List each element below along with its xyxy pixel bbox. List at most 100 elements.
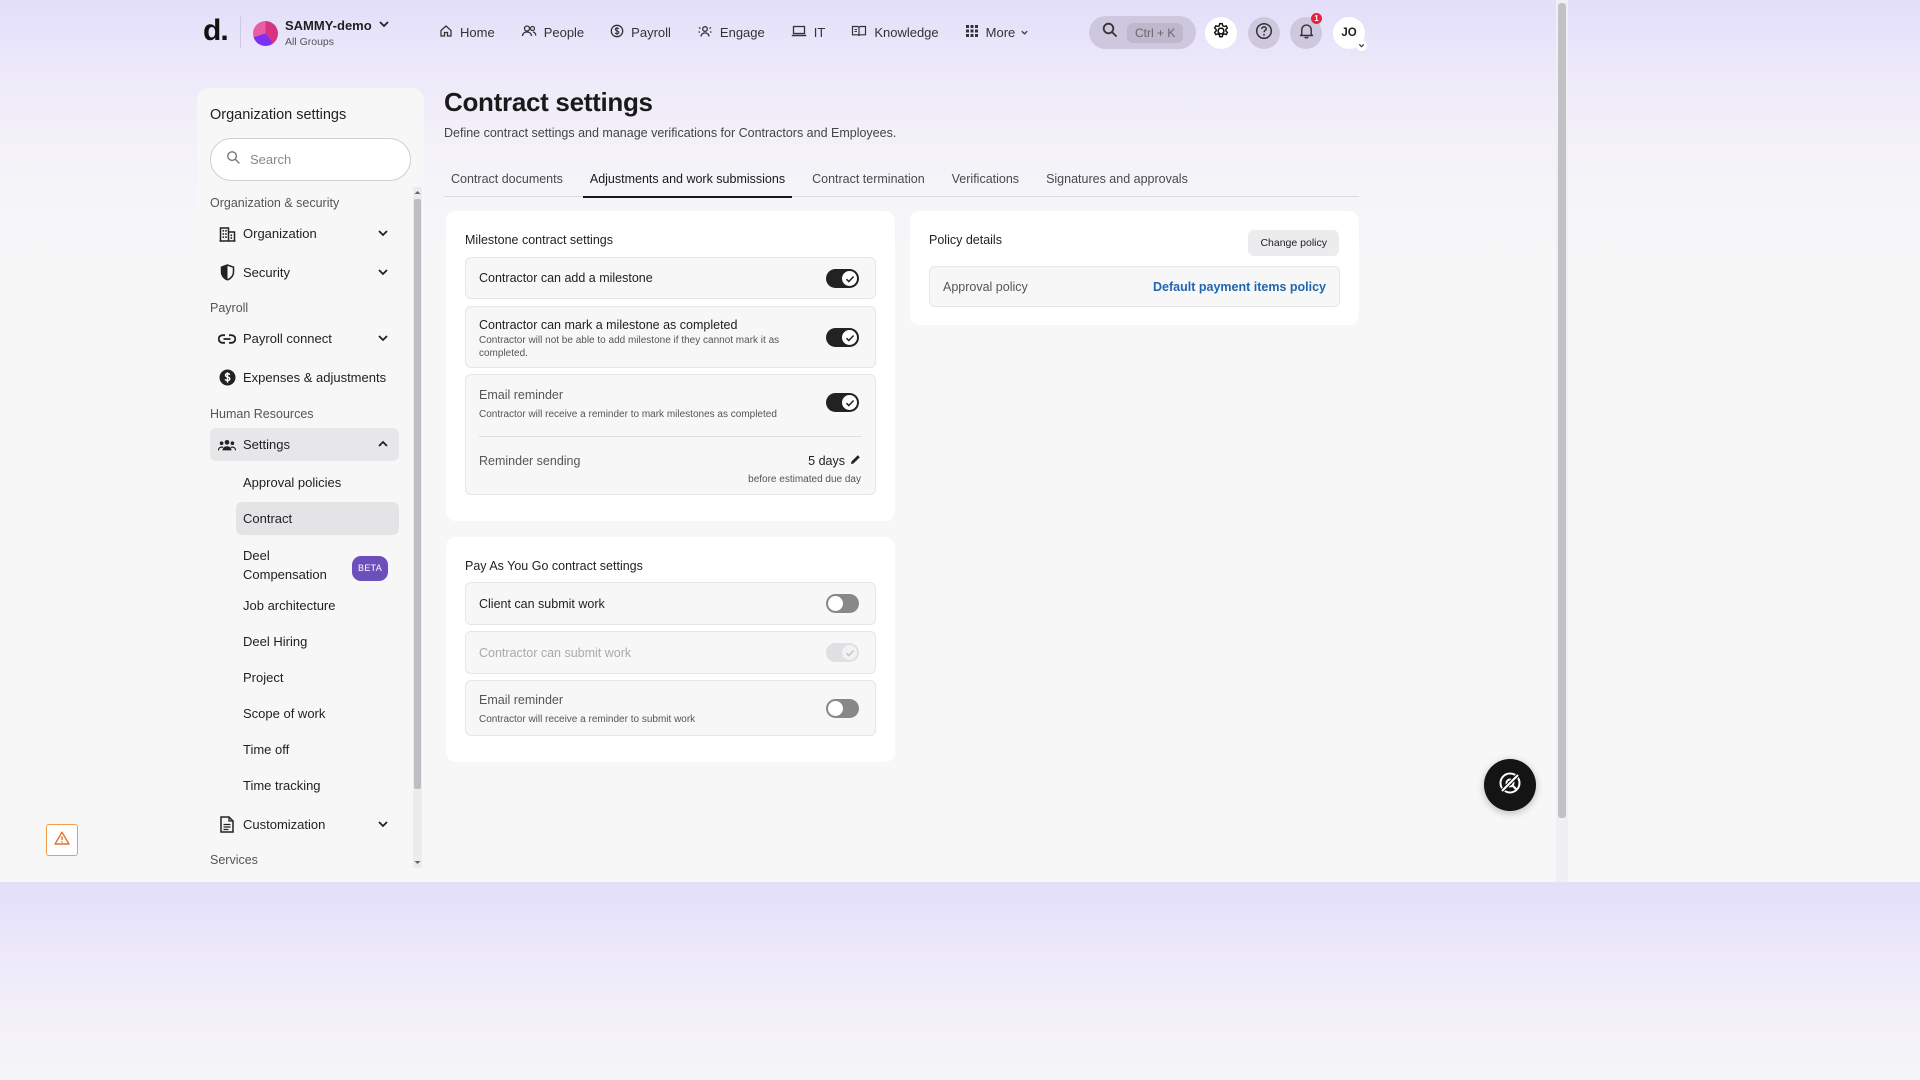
pencil-icon bbox=[845, 454, 861, 468]
approval-policy-row: Approval policy Default payment items po… bbox=[929, 266, 1340, 307]
sidebar-subitem-contract[interactable]: Contract bbox=[236, 502, 399, 535]
check-icon bbox=[842, 645, 857, 660]
toggle-add-milestone[interactable] bbox=[826, 269, 859, 288]
sidebar-item-settings[interactable]: Settings bbox=[210, 428, 399, 461]
nav-payroll[interactable]: Payroll bbox=[601, 16, 680, 48]
sidebar-subitem-approval-policies[interactable]: Approval policies bbox=[236, 466, 399, 499]
nav-label: Payroll bbox=[631, 24, 671, 40]
notifications-button[interactable]: 1 bbox=[1290, 13, 1322, 49]
chevron-down-icon bbox=[377, 818, 389, 833]
reminder-days-edit[interactable]: 5 days bbox=[808, 454, 861, 468]
sidebar-subitem-deel-hiring[interactable]: Deel Hiring bbox=[236, 625, 399, 658]
search-sparkle-icon bbox=[1497, 770, 1523, 801]
tab-signatures-approvals[interactable]: Signatures and approvals bbox=[1039, 164, 1195, 197]
nav-label: Home bbox=[460, 24, 495, 40]
nav-label: IT bbox=[813, 24, 826, 40]
tab-contract-documents[interactable]: Contract documents bbox=[444, 164, 570, 197]
sidebar-item-label: Expenses & adjustments bbox=[243, 370, 387, 385]
sidebar-scrollbar[interactable] bbox=[413, 187, 422, 868]
nav-people[interactable]: People bbox=[512, 16, 593, 48]
warning-button[interactable] bbox=[46, 824, 78, 856]
page-scrollbar[interactable] bbox=[1556, 0, 1568, 882]
deel-logo[interactable]: d. bbox=[203, 14, 229, 48]
setting-row-client-submit: Client can submit work bbox=[465, 582, 876, 625]
setting-description: Contractor will receive a reminder to ma… bbox=[479, 409, 777, 420]
divider bbox=[479, 436, 862, 437]
section-payroll: Payroll bbox=[210, 301, 249, 315]
approval-policy-link[interactable]: Default payment items policy bbox=[1153, 280, 1326, 294]
sidebar-item-payroll-connect[interactable]: Payroll connect bbox=[210, 322, 399, 355]
org-avatar bbox=[253, 20, 278, 46]
setting-row-payg-email-reminder: Email reminder Contractor will receive a… bbox=[465, 680, 876, 736]
sidebar-scroll-thumb[interactable] bbox=[414, 199, 421, 789]
toggle-mark-completed[interactable] bbox=[826, 328, 859, 347]
search-icon bbox=[226, 150, 241, 170]
reminder-sending-label: Reminder sending bbox=[479, 454, 581, 468]
settings-tabs: Contract documents Adjustments and work … bbox=[444, 164, 1359, 198]
tab-adjustments-work-submissions[interactable]: Adjustments and work submissions bbox=[582, 164, 793, 198]
toggle-knob bbox=[828, 596, 843, 611]
sidebar-item-security[interactable]: Security bbox=[210, 256, 399, 289]
sidebar-item-organization[interactable]: Organization bbox=[210, 217, 399, 250]
dollar-icon bbox=[218, 369, 236, 387]
sidebar-subitem-deel-compensation[interactable]: Deel Compensation BETA bbox=[236, 545, 399, 585]
sidebar-subitem-time-off[interactable]: Time off bbox=[236, 733, 399, 766]
nav-it[interactable]: IT bbox=[782, 16, 835, 48]
setting-label: Contractor can submit work bbox=[479, 646, 632, 660]
org-name: SAMMY-demo bbox=[285, 18, 372, 33]
scroll-up-icon[interactable] bbox=[414, 189, 421, 196]
policy-details-card: Policy details Change policy Approval po… bbox=[910, 211, 1359, 325]
nav-home[interactable]: Home bbox=[430, 16, 504, 48]
global-search-button[interactable]: Ctrl + K bbox=[1089, 16, 1196, 49]
change-policy-button[interactable]: Change policy bbox=[1248, 230, 1339, 256]
team-icon bbox=[218, 436, 236, 454]
tab-verifications[interactable]: Verifications bbox=[945, 164, 1026, 197]
card-title: Policy details bbox=[929, 233, 1002, 247]
chevron-down-icon bbox=[377, 227, 389, 242]
card-title: Pay As You Go contract settings bbox=[465, 559, 643, 573]
keyboard-shortcut: Ctrl + K bbox=[1127, 22, 1184, 43]
top-navigation-bar: d. SAMMY-demo All Groups Home People Pay… bbox=[0, 0, 1556, 66]
sidebar-subitem-scope-of-work[interactable]: Scope of work bbox=[236, 697, 399, 730]
page-scroll-thumb[interactable] bbox=[1558, 3, 1566, 818]
setting-row-email-reminder: Email reminder Contractor will receive a… bbox=[465, 374, 876, 495]
sidebar-item-label: Settings bbox=[243, 437, 290, 452]
setting-label: Email reminder bbox=[479, 388, 564, 402]
user-avatar-menu[interactable]: JO bbox=[1333, 17, 1367, 51]
sidebar-item-customization[interactable]: Customization bbox=[210, 808, 399, 841]
sidebar-subitem-job-architecture[interactable]: Job architecture bbox=[236, 589, 399, 622]
toggle-payg-email-reminder[interactable] bbox=[826, 699, 859, 718]
sidebar-item-expenses[interactable]: Expenses & adjustments bbox=[210, 361, 399, 394]
tab-contract-termination[interactable]: Contract termination bbox=[805, 164, 932, 197]
shield-icon bbox=[218, 264, 236, 282]
nav-engage[interactable]: Engage bbox=[688, 16, 774, 48]
sidebar-item-label: Customization bbox=[243, 817, 326, 832]
toggle-email-reminder[interactable] bbox=[826, 393, 859, 412]
sidebar-subitem-time-tracking[interactable]: Time tracking bbox=[236, 769, 399, 802]
chevron-up-icon bbox=[377, 438, 389, 453]
sidebar-item-label: Organization bbox=[243, 226, 317, 241]
main-nav: Home People Payroll Engage IT Knowledge … bbox=[430, 16, 1053, 48]
assistant-fab[interactable] bbox=[1484, 759, 1536, 811]
org-group: All Groups bbox=[285, 36, 335, 48]
sidebar-item-label: Payroll connect bbox=[243, 331, 332, 346]
toggle-contractor-submit bbox=[826, 643, 859, 662]
scroll-down-icon[interactable] bbox=[414, 859, 421, 866]
toggle-client-submit[interactable] bbox=[826, 594, 859, 613]
check-icon bbox=[842, 330, 857, 345]
org-text: SAMMY-demo All Groups bbox=[285, 18, 372, 48]
nav-knowledge[interactable]: Knowledge bbox=[842, 16, 947, 48]
help-button[interactable] bbox=[1248, 17, 1280, 49]
check-icon bbox=[842, 395, 857, 410]
sidebar-search-input[interactable] bbox=[250, 152, 400, 167]
sidebar-subitem-project[interactable]: Project bbox=[236, 661, 399, 694]
org-switcher[interactable]: SAMMY-demo All Groups bbox=[253, 18, 390, 48]
toggle-knob bbox=[828, 701, 843, 716]
nav-more[interactable]: More bbox=[956, 16, 1046, 48]
check-icon bbox=[842, 271, 857, 286]
nav-label: More bbox=[985, 24, 1016, 40]
settings-button[interactable] bbox=[1205, 17, 1237, 49]
sidebar-search[interactable] bbox=[210, 138, 411, 181]
page-subtitle: Define contract settings and manage veri… bbox=[444, 126, 897, 140]
people-icon bbox=[521, 24, 544, 41]
